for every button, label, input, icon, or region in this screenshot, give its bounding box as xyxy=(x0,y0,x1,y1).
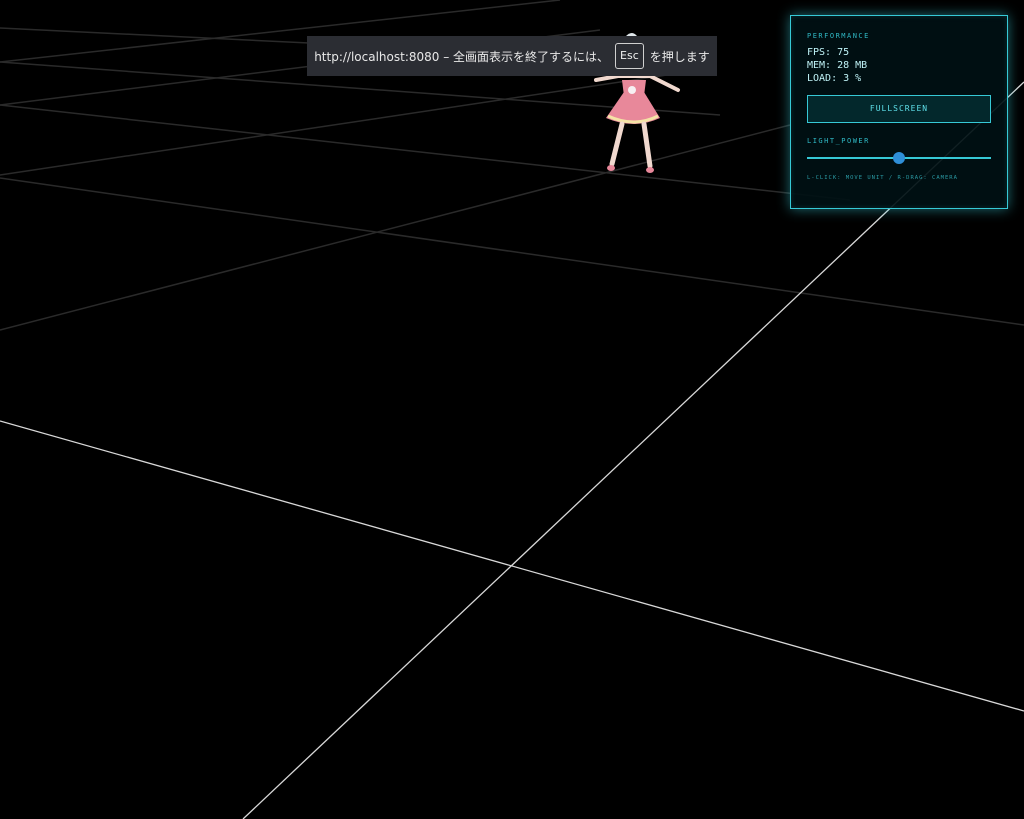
banner-text-after-key: を押します xyxy=(649,49,710,64)
performance-panel: PERFORMANCE FPS: 75 MEM: 28 MB LOAD: 3 %… xyxy=(790,15,1008,209)
memory-readout: MEM: 28 MB xyxy=(807,60,868,71)
character-shoe-left xyxy=(607,165,615,171)
character-legs xyxy=(609,121,653,169)
banner-text-before-key: http://localhost:8080 – 全画面表示を終了するには、 xyxy=(314,49,610,64)
grid-line xyxy=(0,69,701,176)
controls-hint: L-CLICK: MOVE UNIT / R-DRAG: CAMERA xyxy=(807,175,958,181)
grid-line xyxy=(0,124,791,331)
character-shoe-right xyxy=(646,167,654,173)
performance-title: PERFORMANCE xyxy=(807,32,870,40)
load-readout: LOAD: 3 % xyxy=(807,73,862,84)
light-power-slider[interactable] xyxy=(807,151,991,165)
grid-line xyxy=(0,104,851,201)
fullscreen-button[interactable]: FULLSCREEN xyxy=(807,95,991,123)
fps-readout: FPS: 75 xyxy=(807,47,850,58)
light-power-title: LIGHT_POWER xyxy=(807,137,870,145)
character-bow xyxy=(628,86,636,94)
fullscreen-exit-banner: http://localhost:8080 – 全画面表示を終了するには、 Es… xyxy=(307,36,717,76)
esc-key-badge: Esc xyxy=(615,43,644,69)
slider-thumb[interactable] xyxy=(893,152,905,164)
